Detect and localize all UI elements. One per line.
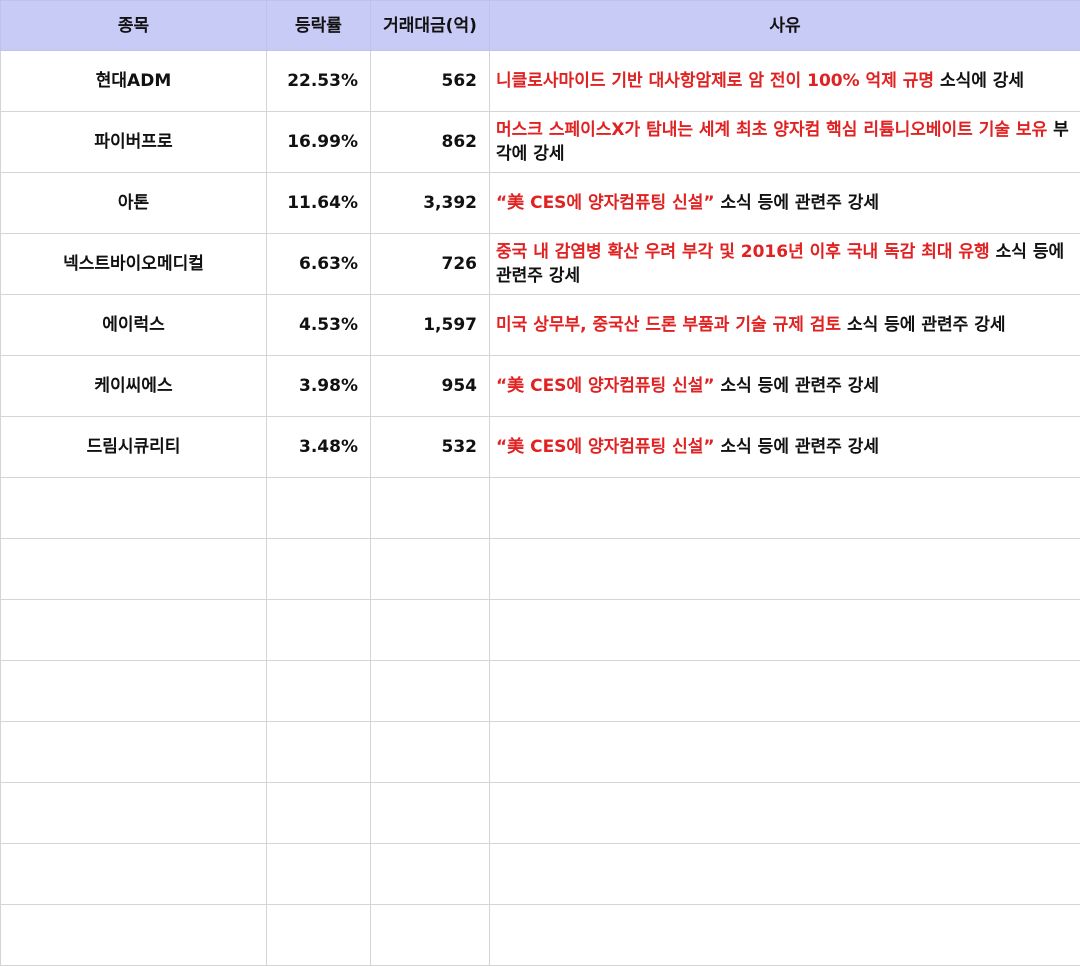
- empty-row: [1, 905, 1080, 966]
- reason-cell: “美 CES에 양자컴퓨팅 신설” 소식 등에 관련주 강세: [490, 173, 1080, 234]
- empty-cell: [490, 600, 1080, 661]
- table-row: 아톤 11.64% 3,392 “美 CES에 양자컴퓨팅 신설” 소식 등에 …: [1, 173, 1080, 234]
- empty-cell: [371, 844, 490, 905]
- empty-cell: [267, 844, 371, 905]
- table-row: 파이버프로 16.99% 862 머스크 스페이스X가 탐내는 세계 최초 양자…: [1, 112, 1080, 173]
- empty-row: [1, 600, 1080, 661]
- empty-row: [1, 478, 1080, 539]
- reason-highlight: 니클로사마이드 기반 대사항암제로 암 전이 100% 억제 규명: [496, 71, 934, 91]
- empty-cell: [490, 844, 1080, 905]
- empty-cell: [1, 600, 267, 661]
- empty-cell: [267, 478, 371, 539]
- reason-highlight: “美 CES에 양자컴퓨팅 신설”: [496, 437, 715, 457]
- empty-cell: [1, 661, 267, 722]
- reason-highlight: “美 CES에 양자컴퓨팅 신설”: [496, 376, 715, 396]
- stock-name: 에이럭스: [1, 295, 267, 356]
- reason-text: 소식 등에 관련주 강세: [715, 437, 879, 457]
- table-row: 드림시큐리티 3.48% 532 “美 CES에 양자컴퓨팅 신설” 소식 등에…: [1, 417, 1080, 478]
- header-row: 종목 등락률 거래대금(억) 사유: [1, 1, 1080, 51]
- trade-volume: 3,392: [371, 173, 490, 234]
- change-rate: 6.63%: [267, 234, 371, 295]
- change-rate: 3.98%: [267, 356, 371, 417]
- reason-cell: 니클로사마이드 기반 대사항암제로 암 전이 100% 억제 규명 소식에 강세: [490, 51, 1080, 112]
- empty-cell: [371, 478, 490, 539]
- change-rate: 22.53%: [267, 51, 371, 112]
- empty-row: [1, 661, 1080, 722]
- stock-table: 종목 등락률 거래대금(억) 사유 현대ADM 22.53% 562 니클로사마…: [0, 0, 1080, 966]
- stock-name: 넥스트바이오메디컬: [1, 234, 267, 295]
- reason-text: 소식 등에 관련주 강세: [715, 193, 879, 213]
- empty-cell: [1, 722, 267, 783]
- empty-cell: [1, 844, 267, 905]
- trade-volume: 562: [371, 51, 490, 112]
- empty-cell: [267, 783, 371, 844]
- reason-text: 소식 등에 관련주 강세: [841, 315, 1005, 335]
- change-rate: 4.53%: [267, 295, 371, 356]
- stock-name: 드림시큐리티: [1, 417, 267, 478]
- empty-row: [1, 783, 1080, 844]
- trade-volume: 1,597: [371, 295, 490, 356]
- header-reason: 사유: [490, 1, 1080, 51]
- empty-cell: [490, 722, 1080, 783]
- trade-volume: 862: [371, 112, 490, 173]
- reason-cell: 미국 상무부, 중국산 드론 부품과 기술 규제 검토 소식 등에 관련주 강세: [490, 295, 1080, 356]
- empty-cell: [490, 905, 1080, 966]
- reason-text: 소식 등에 관련주 강세: [715, 376, 879, 396]
- trade-volume: 532: [371, 417, 490, 478]
- empty-cell: [1, 539, 267, 600]
- reason-text: 소식에 강세: [934, 71, 1024, 91]
- empty-cell: [490, 478, 1080, 539]
- empty-row: [1, 722, 1080, 783]
- reason-highlight: “美 CES에 양자컴퓨팅 신설”: [496, 193, 715, 213]
- empty-cell: [267, 905, 371, 966]
- table-row: 넥스트바이오메디컬 6.63% 726 중국 내 감염병 확산 우려 부각 및 …: [1, 234, 1080, 295]
- change-rate: 11.64%: [267, 173, 371, 234]
- reason-cell: “美 CES에 양자컴퓨팅 신설” 소식 등에 관련주 강세: [490, 417, 1080, 478]
- change-rate: 3.48%: [267, 417, 371, 478]
- empty-cell: [267, 722, 371, 783]
- empty-cell: [267, 661, 371, 722]
- change-rate: 16.99%: [267, 112, 371, 173]
- empty-cell: [1, 783, 267, 844]
- empty-cell: [371, 722, 490, 783]
- empty-row: [1, 539, 1080, 600]
- empty-cell: [371, 905, 490, 966]
- empty-cell: [1, 478, 267, 539]
- stock-name: 현대ADM: [1, 51, 267, 112]
- reason-cell: 머스크 스페이스X가 탐내는 세계 최초 양자컴 핵심 리튬니오베이트 기술 보…: [490, 112, 1080, 173]
- empty-cell: [1, 905, 267, 966]
- reason-highlight: 미국 상무부, 중국산 드론 부품과 기술 규제 검토: [496, 315, 841, 335]
- empty-cell: [490, 661, 1080, 722]
- reason-highlight: 중국 내 감염병 확산 우려 부각 및 2016년 이후 국내 독감 최대 유행: [496, 242, 990, 262]
- table-row: 케이씨에스 3.98% 954 “美 CES에 양자컴퓨팅 신설” 소식 등에 …: [1, 356, 1080, 417]
- reason-cell: “美 CES에 양자컴퓨팅 신설” 소식 등에 관련주 강세: [490, 356, 1080, 417]
- trade-volume: 954: [371, 356, 490, 417]
- empty-cell: [490, 539, 1080, 600]
- trade-volume: 726: [371, 234, 490, 295]
- empty-cell: [490, 783, 1080, 844]
- stock-name: 아톤: [1, 173, 267, 234]
- empty-row: [1, 844, 1080, 905]
- header-volume: 거래대금(억): [371, 1, 490, 51]
- empty-cell: [267, 539, 371, 600]
- table-row: 현대ADM 22.53% 562 니클로사마이드 기반 대사항암제로 암 전이 …: [1, 51, 1080, 112]
- empty-cell: [371, 600, 490, 661]
- empty-cell: [267, 600, 371, 661]
- stock-name: 파이버프로: [1, 112, 267, 173]
- empty-cell: [371, 539, 490, 600]
- empty-cell: [371, 783, 490, 844]
- header-change: 등락률: [267, 1, 371, 51]
- header-name: 종목: [1, 1, 267, 51]
- empty-cell: [371, 661, 490, 722]
- stock-name: 케이씨에스: [1, 356, 267, 417]
- table-row: 에이럭스 4.53% 1,597 미국 상무부, 중국산 드론 부품과 기술 규…: [1, 295, 1080, 356]
- reason-highlight: 머스크 스페이스X가 탐내는 세계 최초 양자컴 핵심 리튬니오베이트 기술 보…: [496, 120, 1047, 140]
- reason-cell: 중국 내 감염병 확산 우려 부각 및 2016년 이후 국내 독감 최대 유행…: [490, 234, 1080, 295]
